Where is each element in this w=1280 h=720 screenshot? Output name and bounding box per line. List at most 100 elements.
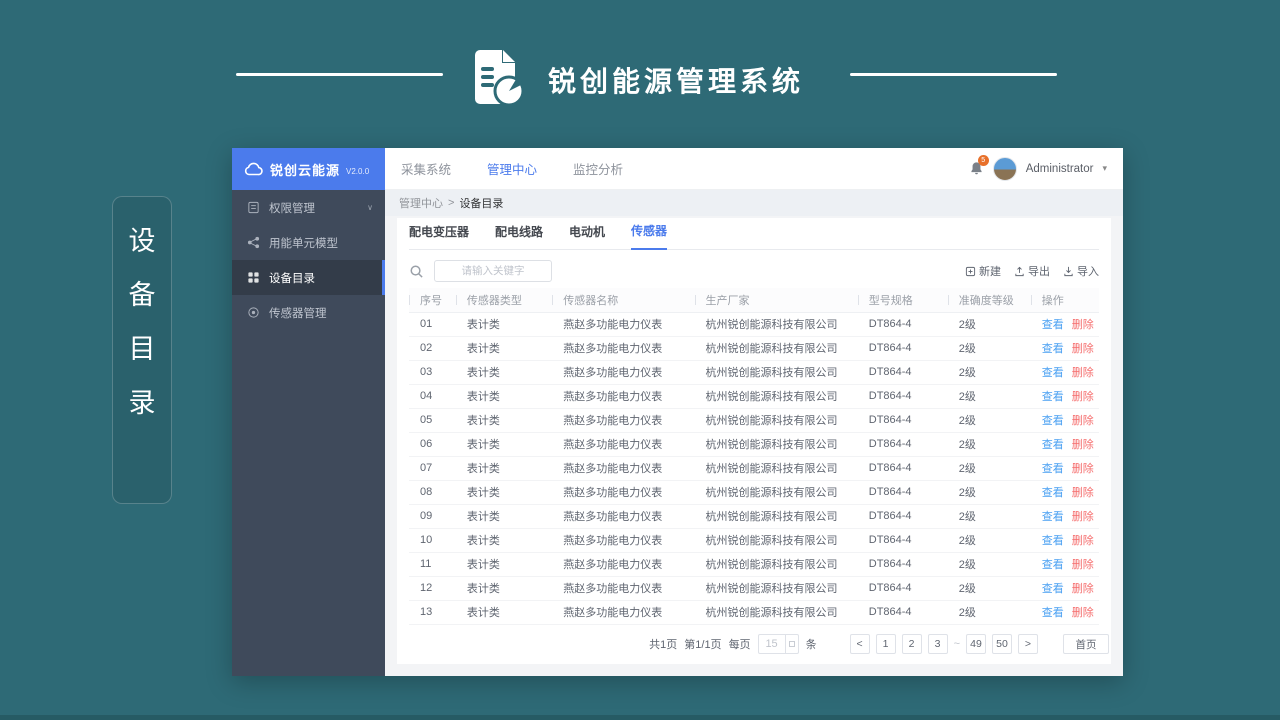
per-page-input[interactable]: 15	[757, 634, 799, 654]
table-cell: 杭州锐创能源科技有限公司	[694, 408, 858, 433]
table-cell: DT864-4	[857, 432, 948, 457]
topnav-item[interactable]: 管理中心	[487, 159, 537, 178]
toolbar-button[interactable]: 导入	[1063, 263, 1099, 279]
sidebar-item[interactable]: 用能单元模型	[232, 225, 385, 260]
table-row: 07 表计类 燕赵多功能电力仪表 杭州锐创能源科技有限公司 DT864-4 2级 查看 删除	[409, 456, 1099, 481]
view-link[interactable]: 查看	[1042, 535, 1064, 547]
table-cell: 表计类	[455, 360, 553, 385]
breadcrumb-parent[interactable]: 管理中心	[399, 195, 443, 211]
notification-bell-icon[interactable]: 5	[969, 155, 989, 176]
delete-link[interactable]: 删除	[1072, 415, 1094, 427]
table-cell-actions: 查看 删除	[1030, 432, 1099, 457]
page-number-button[interactable]: 49	[966, 634, 986, 654]
table-cell: 表计类	[455, 456, 553, 481]
first-page-button[interactable]: 首页	[1063, 634, 1109, 654]
view-link[interactable]: 查看	[1042, 415, 1064, 427]
app-logo[interactable]: 锐创云能源 V2.0.0	[232, 148, 385, 190]
cloud-icon	[244, 162, 264, 176]
table-cell: 表计类	[455, 528, 553, 553]
avatar[interactable]	[992, 156, 1017, 181]
sidebar-item[interactable]: 传感器管理	[232, 295, 385, 330]
topnav-item[interactable]: 采集系统	[401, 159, 451, 178]
device-tabs: 配电变压器 配电线路 电动机 传感器	[409, 218, 1099, 250]
sidebar-item-label: 传感器管理	[269, 307, 327, 320]
toolbar-button-label: 导出	[1028, 266, 1050, 278]
table-cell: 燕赵多功能电力仪表	[552, 504, 695, 529]
user-name[interactable]: Administrator	[1026, 163, 1094, 175]
page-number-button[interactable]: 1	[875, 634, 896, 654]
view-link[interactable]: 查看	[1042, 511, 1064, 523]
report-document-icon	[472, 48, 528, 108]
delete-link[interactable]: 删除	[1072, 583, 1094, 595]
table-cell: 表计类	[455, 336, 553, 361]
delete-link[interactable]: 删除	[1072, 607, 1094, 619]
chevron-down-icon[interactable]: ▾	[1102, 163, 1107, 174]
breadcrumb: 管理中心 > 设备目录	[385, 190, 1123, 216]
tab-item[interactable]: 电动机	[569, 223, 605, 249]
toolbar-button-label: 新建	[979, 266, 1001, 278]
delete-link[interactable]: 删除	[1072, 559, 1094, 571]
table-cell: 燕赵多功能电力仪表	[552, 384, 695, 409]
sidebar-item[interactable]: 设备目录	[232, 260, 385, 295]
view-link[interactable]: 查看	[1042, 559, 1064, 571]
prev-page-button[interactable]: <	[849, 634, 870, 654]
view-link[interactable]: 查看	[1042, 487, 1064, 499]
table-cell-actions: 查看 删除	[1030, 312, 1099, 337]
toolbar-button[interactable]: 新建	[965, 263, 1001, 279]
table-row: 10 表计类 燕赵多功能电力仪表 杭州锐创能源科技有限公司 DT864-4 2级 查看 删除	[409, 528, 1099, 553]
page-ellipsis: ~	[953, 638, 960, 650]
main-area: 采集系统 管理中心 监控分析 5 Administrator ▾ 管理中心 > 设备…	[385, 148, 1123, 676]
chevron-down-icon: ∨	[367, 203, 373, 212]
next-page-button[interactable]: >	[1018, 634, 1038, 654]
table-column-header: 准确度等级	[947, 288, 1031, 313]
table-cell: 2级	[947, 384, 1031, 409]
toolbar-button[interactable]: 导出	[1014, 263, 1050, 279]
view-link[interactable]: 查看	[1042, 391, 1064, 403]
toolbar-button-label: 导入	[1077, 266, 1099, 278]
table-cell: 燕赵多功能电力仪表	[552, 552, 695, 577]
page-number-button[interactable]: 3	[927, 634, 948, 654]
delete-link[interactable]: 删除	[1072, 535, 1094, 547]
delete-link[interactable]: 删除	[1072, 511, 1094, 523]
table-cell: DT864-4	[857, 312, 948, 337]
delete-link[interactable]: 删除	[1072, 367, 1094, 379]
table-cell: 07	[409, 456, 456, 481]
per-page-stepper-icon[interactable]	[784, 634, 798, 654]
view-link[interactable]: 查看	[1042, 463, 1064, 475]
vertical-label-char: 备	[128, 280, 156, 310]
decorative-line-right	[850, 73, 1057, 76]
table-cell: 表计类	[455, 408, 553, 433]
delete-link[interactable]: 删除	[1072, 319, 1094, 331]
delete-link[interactable]: 删除	[1072, 487, 1094, 499]
view-link[interactable]: 查看	[1042, 319, 1064, 331]
search-icon[interactable]	[409, 264, 424, 279]
topnav-item[interactable]: 监控分析	[573, 159, 623, 178]
view-link[interactable]: 查看	[1042, 343, 1064, 355]
view-link[interactable]: 查看	[1042, 439, 1064, 451]
view-link[interactable]: 查看	[1042, 367, 1064, 379]
table-cell: DT864-4	[857, 552, 948, 577]
table-cell: 2级	[947, 360, 1031, 385]
view-link[interactable]: 查看	[1042, 583, 1064, 595]
tab-item[interactable]: 配电变压器	[409, 223, 469, 249]
table-cell: 2级	[947, 456, 1031, 481]
tab-item[interactable]: 传感器	[631, 222, 668, 250]
delete-link[interactable]: 删除	[1072, 463, 1094, 475]
delete-link[interactable]: 删除	[1072, 439, 1094, 451]
table-cell: 03	[409, 360, 456, 385]
view-link[interactable]: 查看	[1042, 607, 1064, 619]
search-input[interactable]	[434, 260, 552, 282]
table-cell: 燕赵多功能电力仪表	[552, 312, 695, 337]
page-number-button[interactable]: 2	[901, 634, 922, 654]
table-cell-actions: 查看 删除	[1030, 360, 1099, 385]
delete-link[interactable]: 删除	[1072, 391, 1094, 403]
table-cell: 13	[409, 600, 456, 625]
table-cell: 2级	[947, 408, 1031, 433]
vertical-label-char: 目	[128, 334, 156, 364]
page-number-button[interactable]: 50	[992, 634, 1012, 654]
sidebar-item[interactable]: 权限管理 ∨	[232, 190, 385, 225]
tab-item[interactable]: 配电线路	[495, 223, 543, 249]
delete-link[interactable]: 删除	[1072, 343, 1094, 355]
table-cell: 10	[409, 528, 456, 553]
table-cell: 2级	[947, 576, 1031, 601]
